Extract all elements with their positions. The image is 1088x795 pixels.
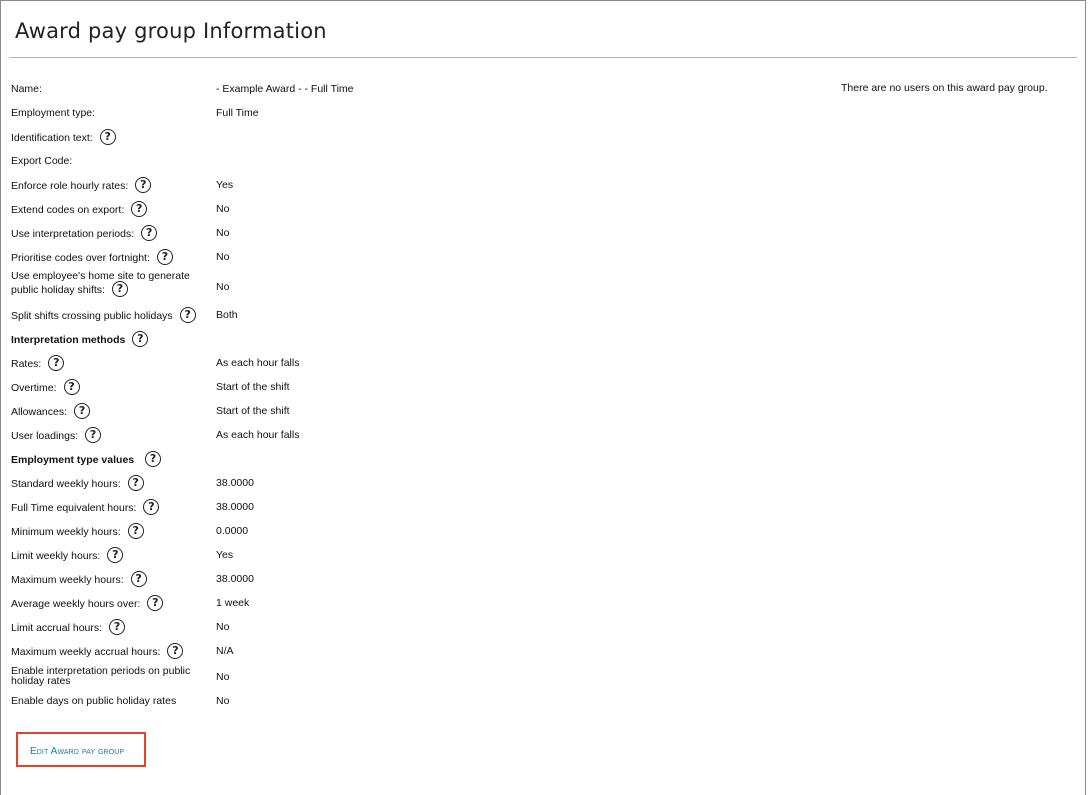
help-icon[interactable]: ?	[156, 249, 173, 265]
field-value: No	[216, 671, 230, 683]
field-label: Average weekly hours over:	[11, 597, 141, 610]
field-label: Use interpretation periods:	[11, 227, 135, 240]
field-label: Maximum weekly hours:	[11, 573, 124, 586]
help-icon[interactable]: ?	[130, 571, 147, 587]
field-label: Use employee's home site to generate pub…	[11, 270, 190, 296]
help-icon[interactable]: ?	[63, 379, 80, 395]
help-icon[interactable]: ?	[111, 281, 128, 297]
field-value: 38.0000	[216, 501, 254, 513]
help-icon[interactable]: ?	[145, 451, 162, 467]
help-icon[interactable]: ?	[127, 475, 144, 491]
help-icon[interactable]: ?	[167, 643, 184, 659]
help-icon[interactable]: ?	[135, 177, 152, 193]
edit-award-pay-group-link[interactable]: Edit Award pay group	[30, 746, 124, 757]
award-pay-group-panel: Award pay group Information There are no…	[0, 0, 1086, 795]
field-label: Employment type:	[11, 107, 96, 119]
field-label: Full Time equivalent hours:	[11, 501, 137, 514]
field-label: Enable days on public holiday rates	[11, 695, 177, 707]
field-label: Extend codes on export:	[11, 203, 125, 216]
field-label: Enforce role hourly rates:	[11, 179, 129, 192]
help-icon[interactable]: ?	[131, 201, 148, 217]
section-heading: Employment type values	[11, 453, 135, 466]
field-value: 38.0000	[216, 573, 254, 585]
field-value: Start of the shift	[216, 381, 290, 393]
field-label: Enable interpretation periods on public …	[11, 665, 191, 687]
field-label: Limit accrual hours:	[11, 621, 103, 634]
field-label: Overtime:	[11, 381, 57, 394]
help-icon[interactable]: ?	[107, 547, 124, 563]
field-label: Prioritise codes over fortnight:	[11, 251, 150, 264]
page-title: Award pay group Information	[15, 19, 327, 43]
field-value: Start of the shift	[216, 405, 290, 417]
help-icon[interactable]: ?	[85, 427, 102, 443]
field-label: Split shifts crossing public holidays	[11, 309, 173, 322]
help-icon[interactable]: ?	[74, 403, 91, 419]
field-label: Limit weekly hours:	[11, 549, 101, 562]
field-label: Export Code:	[11, 155, 73, 167]
help-icon[interactable]: ?	[141, 225, 158, 241]
users-note: There are no users on this award pay gro…	[841, 82, 1048, 94]
field-label: Rates:	[11, 357, 42, 370]
field-value: No	[216, 621, 230, 633]
help-icon[interactable]: ?	[99, 129, 116, 145]
field-value: 0.0000	[216, 525, 249, 537]
section-heading: Interpretation methods	[11, 333, 126, 346]
field-label: User loadings:	[11, 429, 79, 442]
field-value: No	[216, 251, 230, 263]
field-value: N/A	[216, 645, 234, 657]
field-value: 1 week	[216, 597, 250, 609]
field-value: No	[216, 695, 230, 707]
help-icon[interactable]: ?	[48, 355, 65, 371]
field-label: Name:	[11, 83, 42, 95]
field-label: Identification text:	[11, 131, 93, 144]
field-value: No	[216, 203, 230, 215]
title-divider	[9, 57, 1077, 58]
help-icon[interactable]: ?	[109, 619, 126, 635]
field-label: Allowances:	[11, 405, 68, 418]
help-icon[interactable]: ?	[127, 523, 144, 539]
field-label: Standard weekly hours:	[11, 477, 121, 490]
field-value: No	[216, 227, 230, 239]
field-value: No	[216, 281, 230, 293]
field-value: Yes	[216, 549, 234, 561]
field-value: Yes	[216, 179, 234, 191]
field-value: As each hour falls	[216, 429, 300, 441]
field-value: 38.0000	[216, 477, 254, 489]
edit-button-highlight: Edit Award pay group	[16, 732, 146, 767]
help-icon[interactable]: ?	[147, 595, 164, 611]
field-label: Minimum weekly hours:	[11, 525, 121, 538]
help-icon[interactable]: ?	[132, 331, 149, 347]
field-value: Full Time	[216, 107, 259, 119]
help-icon[interactable]: ?	[143, 499, 160, 515]
field-value: As each hour falls	[216, 357, 300, 369]
field-value: Both	[216, 309, 238, 321]
help-icon[interactable]: ?	[179, 307, 196, 323]
field-label: Maximum weekly accrual hours:	[11, 645, 161, 658]
field-value: - Example Award - - Full Time	[216, 83, 354, 95]
